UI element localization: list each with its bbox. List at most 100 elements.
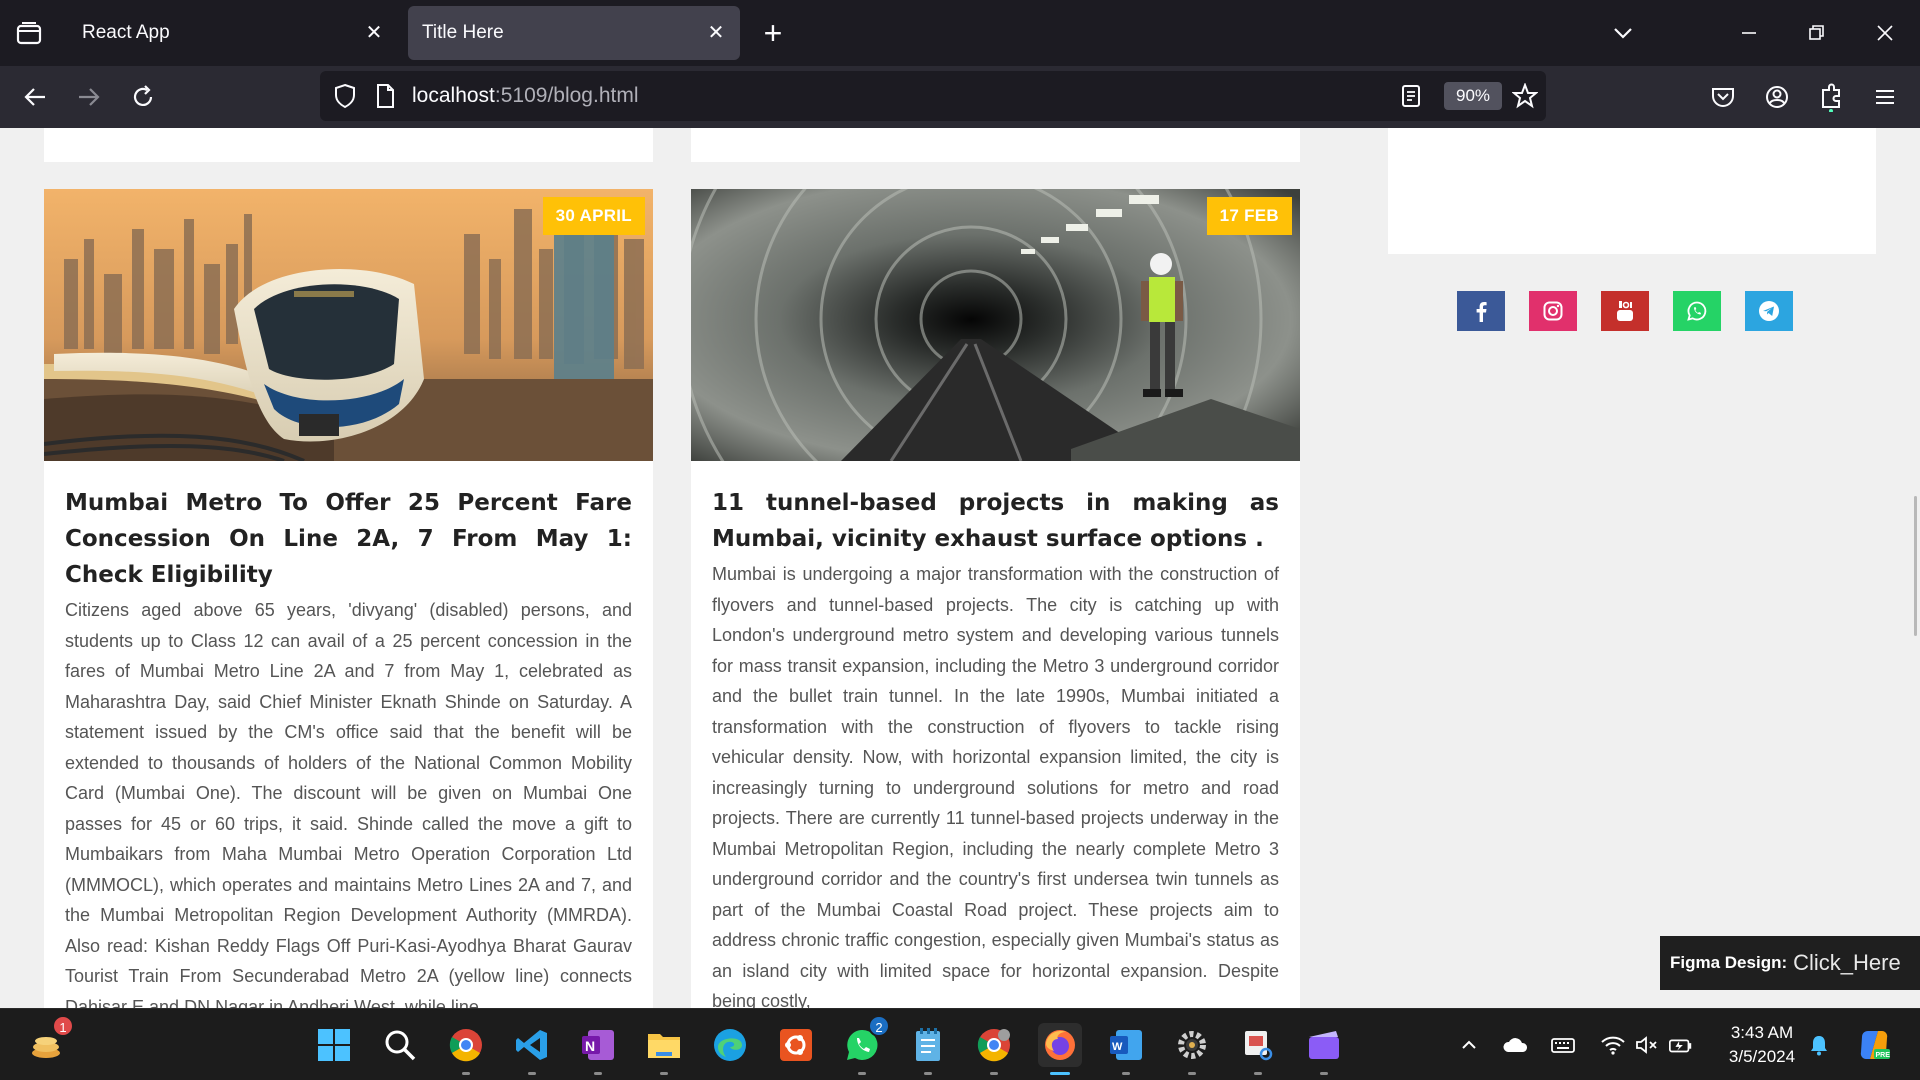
start-icon[interactable]	[312, 1023, 356, 1067]
notepad-icon[interactable]	[906, 1023, 950, 1075]
post-title[interactable]: 11 tunnel-based projects in making as Mu…	[712, 485, 1279, 557]
instagram-button[interactable]	[1529, 291, 1577, 331]
reader-view-icon[interactable]	[1396, 81, 1426, 111]
page-icon	[370, 81, 400, 111]
forward-arrow-icon[interactable]	[74, 82, 104, 112]
running-indicator	[594, 1072, 602, 1075]
system-clock[interactable]: 3:43 AM 3/5/2024	[1722, 1021, 1802, 1069]
url-text[interactable]: localhost:5109/blog.html	[412, 84, 639, 108]
page-scrollbar[interactable]	[1914, 496, 1917, 636]
sidebar-widget	[1388, 128, 1876, 254]
address-bar[interactable]: localhost:5109/blog.html 90%	[320, 71, 1546, 121]
running-indicator	[528, 1072, 536, 1075]
close-icon[interactable]: ✕	[706, 23, 726, 43]
running-indicator	[858, 1072, 866, 1075]
bookmark-star-icon[interactable]	[1510, 81, 1540, 111]
running-indicator	[1320, 1072, 1328, 1075]
running-indicator	[924, 1072, 932, 1075]
widgets-icon[interactable]: 1	[24, 1015, 74, 1067]
post-title[interactable]: Mumbai Metro To Offer 25 Percent Fare Co…	[65, 485, 632, 593]
metro-train-image[interactable]: 30 APRIL	[44, 189, 653, 461]
whatsapp-badge: 2	[868, 1015, 890, 1037]
chrome-icon[interactable]	[444, 1023, 488, 1075]
new-tab-button[interactable]: +	[758, 17, 788, 49]
volume-muted-icon[interactable]	[1634, 1033, 1660, 1057]
menu-icon[interactable]	[1870, 82, 1900, 112]
tab-overview-icon[interactable]	[14, 20, 46, 48]
figma-click-here[interactable]: Click_Here	[1793, 950, 1901, 976]
battery-icon[interactable]	[1668, 1033, 1694, 1057]
wifi-icon[interactable]	[1600, 1033, 1626, 1057]
whatsapp-button[interactable]	[1673, 291, 1721, 331]
extensions-icon[interactable]	[1816, 82, 1846, 112]
chrome-profile-icon[interactable]	[972, 1023, 1016, 1075]
shield-icon[interactable]	[330, 81, 360, 111]
clipchamp-icon[interactable]	[1302, 1023, 1346, 1075]
pocket-icon[interactable]	[1708, 82, 1738, 112]
youtube-icon	[1617, 301, 1633, 321]
url-path: :5109/blog.html	[494, 84, 639, 107]
onenote-icon[interactable]: N	[576, 1023, 620, 1075]
svg-text:PRE: PRE	[1876, 1052, 1891, 1059]
running-indicator	[462, 1072, 470, 1075]
settings-gear-icon[interactable]	[1170, 1023, 1214, 1075]
close-icon[interactable]: ✕	[364, 23, 384, 43]
reload-icon[interactable]	[128, 82, 158, 112]
post-excerpt: Citizens aged above 65 years, 'divyang' …	[65, 600, 632, 1008]
tunnel-image[interactable]: 17 FEB	[691, 189, 1300, 461]
window-close-icon[interactable]	[1870, 18, 1900, 48]
zoom-level-badge[interactable]: 90%	[1444, 82, 1502, 110]
edge-icon[interactable]	[708, 1023, 752, 1067]
blog-card[interactable]: 30 APRIL Mumbai Metro To Offer 25 Percen…	[44, 189, 653, 1008]
chevron-up-icon[interactable]	[1456, 1033, 1482, 1057]
tab-title-here[interactable]: Title Here ✕	[408, 6, 740, 60]
running-indicator	[990, 1072, 998, 1075]
word-icon[interactable]: W	[1104, 1023, 1148, 1075]
taskbar: 1 N 2 W 3:43 AM 3/5/2024 PRE	[0, 1008, 1920, 1080]
telegram-button[interactable]	[1745, 291, 1793, 331]
copilot-icon[interactable]: PRE	[1852, 1023, 1896, 1067]
search-icon[interactable]	[378, 1023, 422, 1067]
figma-label: Figma Design:	[1670, 953, 1788, 972]
whatsapp-app-icon[interactable]: 2	[840, 1015, 890, 1075]
youtube-button[interactable]	[1601, 291, 1649, 331]
telegram-icon	[1759, 301, 1779, 321]
restore-icon[interactable]	[1802, 18, 1832, 48]
file-explorer-icon[interactable]	[642, 1023, 686, 1075]
clock-time: 3:43 AM	[1730, 1023, 1794, 1042]
url-host: localhost	[412, 84, 495, 107]
ubuntu-icon[interactable]	[774, 1023, 818, 1067]
tab-title: Title Here	[422, 22, 504, 43]
running-indicator	[1254, 1072, 1262, 1075]
onedrive-cloud-icon[interactable]	[1502, 1033, 1528, 1057]
previous-card-bottom	[691, 128, 1300, 162]
tab-react-app[interactable]: React App ✕	[68, 6, 398, 60]
keyboard-icon[interactable]	[1550, 1033, 1576, 1057]
social-links	[1457, 291, 1793, 331]
snipping-tool-icon[interactable]	[1236, 1023, 1280, 1075]
chevron-down-icon[interactable]	[1610, 20, 1636, 46]
running-indicator	[1050, 1072, 1070, 1075]
account-icon[interactable]	[1762, 82, 1792, 112]
browser-tab-bar: React App ✕ Title Here ✕ +	[0, 0, 1920, 66]
notification-bell-icon[interactable]	[1806, 1033, 1832, 1057]
browser-nav-bar: localhost:5109/blog.html 90%	[0, 66, 1920, 128]
firefox-icon[interactable]	[1038, 1023, 1082, 1075]
instagram-icon	[1543, 301, 1563, 321]
clock-date: 3/5/2024	[1728, 1047, 1796, 1066]
widgets-badge: 1	[52, 1015, 74, 1037]
date-badge: 17 FEB	[1206, 197, 1292, 235]
facebook-button[interactable]	[1457, 291, 1505, 331]
date-badge: 30 APRIL	[542, 197, 645, 235]
whatsapp-icon	[1687, 301, 1707, 321]
vscode-icon[interactable]	[510, 1023, 554, 1075]
facebook-icon	[1476, 302, 1487, 322]
post-excerpt: Mumbai is undergoing a major transformat…	[712, 564, 1279, 1008]
blog-page: 30 APRIL Mumbai Metro To Offer 25 Percen…	[0, 128, 1920, 1008]
figma-design-link[interactable]: Figma Design: Click_Here	[1660, 936, 1920, 990]
tab-title: React App	[82, 22, 170, 43]
back-arrow-icon[interactable]	[20, 82, 50, 112]
previous-card-bottom	[44, 128, 653, 162]
blog-card[interactable]: 17 FEB 11 tunnel-based projects in makin…	[691, 189, 1300, 1008]
minimize-icon[interactable]	[1734, 18, 1764, 48]
